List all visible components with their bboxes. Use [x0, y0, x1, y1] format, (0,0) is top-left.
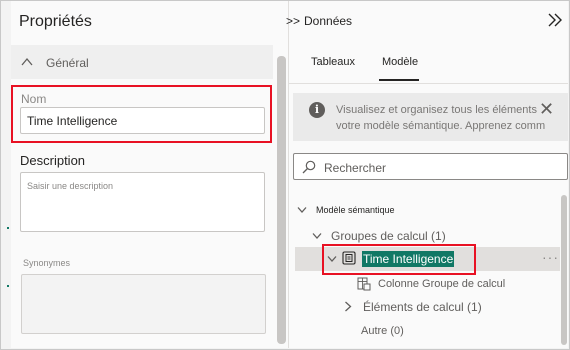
banner-line-2: votre modèle sémantique. Apprenez comm [336, 120, 546, 132]
tree-calc-groups[interactable]: Groupes de calcul (1) [331, 229, 446, 243]
chevron-down-icon[interactable] [312, 232, 322, 240]
synonyms-input[interactable] [21, 274, 266, 334]
strip-marker [7, 227, 9, 229]
info-icon: i [309, 102, 325, 118]
tree-calc-items[interactable]: Éléments de calcul (1) [363, 300, 482, 314]
properties-content: Général Nom Time Intelligence Descriptio… [11, 45, 273, 348]
close-icon[interactable]: ✕ [539, 99, 554, 120]
chevron-right-icon[interactable] [344, 301, 352, 312]
banner-line-1: Visualisez et organisez tous les élément… [336, 104, 537, 116]
calc-column-icon [357, 277, 371, 291]
model-tree: Modèle sémantique Groupes de calcul (1) … [289, 190, 568, 348]
properties-pane: Propriétés Général Nom Time Intelligence… [11, 1, 289, 348]
search-placeholder: Rechercher [324, 161, 387, 175]
tree-root-label[interactable]: Modèle sémantique [316, 205, 395, 215]
tree-other[interactable]: Autre (0) [361, 325, 404, 337]
general-section-label: Général [46, 56, 89, 70]
properties-scrollbar[interactable] [277, 56, 286, 344]
general-section-header[interactable]: Général [11, 45, 273, 79]
selected-item-highlight [322, 244, 476, 275]
more-options-icon[interactable]: ··· [542, 249, 559, 265]
chevron-down-icon[interactable] [297, 206, 307, 214]
data-pane-title: >> Données [286, 14, 353, 28]
name-input[interactable]: Time Intelligence [20, 107, 265, 134]
tree-scrollbar[interactable] [561, 195, 567, 345]
banner-text: Visualisez et organisez tous les élément… [336, 102, 570, 134]
data-title-text: Données [304, 14, 353, 28]
chevron-up-icon [21, 57, 33, 66]
expand-properties-icon[interactable]: >> [286, 14, 300, 28]
search-icon [302, 160, 316, 174]
tab-modele[interactable]: Modèle [382, 56, 418, 68]
tabs-divider [289, 83, 568, 84]
description-textarea[interactable]: Saisir une description [20, 172, 265, 232]
left-edge-strip [1, 1, 11, 348]
tree-calc-column[interactable]: Colonne Groupe de calcul [378, 278, 505, 290]
tab-tableaux[interactable]: Tableaux [311, 56, 355, 68]
info-banner: i Visualisez et organisez tous les éléme… [293, 93, 568, 141]
description-label: Description [20, 153, 86, 168]
strip-marker [7, 285, 9, 287]
name-label: Nom [21, 92, 47, 106]
synonyms-label: Synonymes [23, 258, 71, 268]
properties-title: Propriétés [19, 13, 92, 30]
search-input[interactable]: Rechercher [293, 153, 568, 180]
active-tab-indicator [379, 79, 419, 81]
data-pane: >> Données Tableaux Modèle i Visualisez e… [286, 1, 568, 348]
collapse-pane-icon[interactable] [547, 12, 563, 28]
